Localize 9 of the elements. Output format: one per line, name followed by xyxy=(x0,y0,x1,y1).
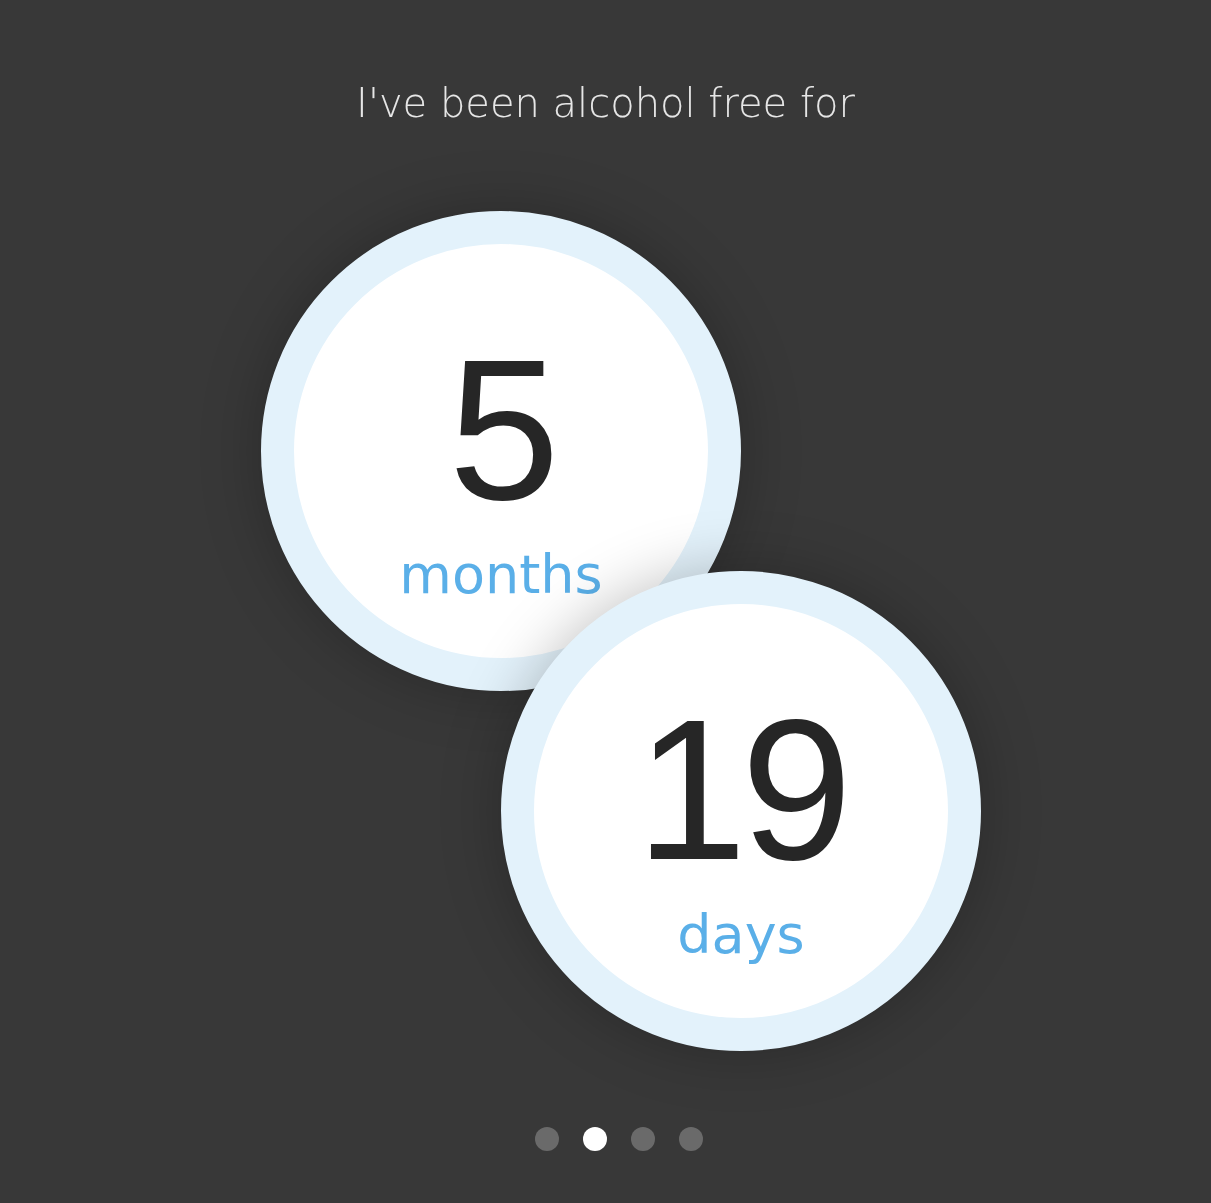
counter-unit: months xyxy=(399,544,603,606)
counter-unit: days xyxy=(677,904,805,966)
page-dot[interactable] xyxy=(630,1127,655,1151)
page-dot[interactable] xyxy=(678,1127,703,1151)
counter-value: 19 xyxy=(635,682,847,898)
page-dot[interactable] xyxy=(534,1127,559,1151)
counter-value: 5 xyxy=(448,322,554,538)
headline: I've been alcohol free for xyxy=(355,79,856,128)
page-dot[interactable] xyxy=(582,1127,607,1151)
